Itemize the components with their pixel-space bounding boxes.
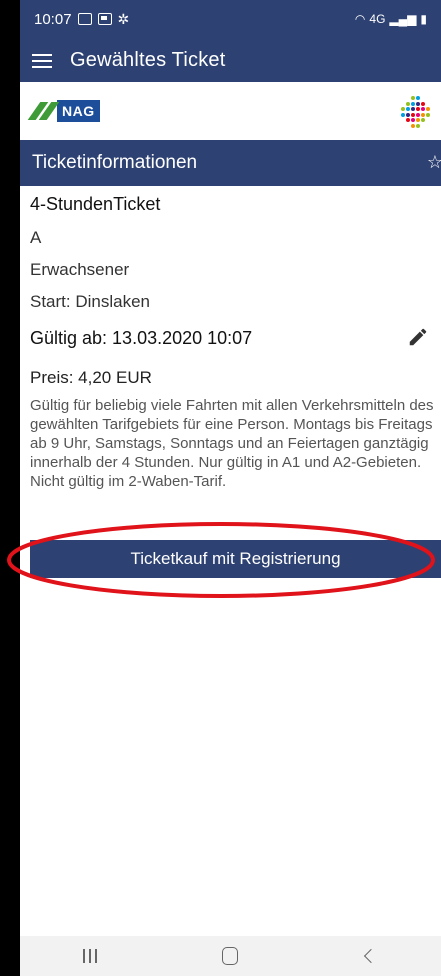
recent-apps-button[interactable]	[60, 936, 120, 976]
valid-from-row: Gültig ab: 13.03.2020 10:07	[30, 318, 441, 358]
logo-dot	[416, 96, 420, 100]
logo-dot	[416, 118, 420, 122]
phone-frame: 10:07 ✲ ◠ 4G ▂▄▆ ▮ Gewähltes Ticket NAG	[0, 0, 441, 976]
gallery-icon	[77, 13, 92, 25]
logo-dot	[416, 123, 420, 128]
logo-dot	[426, 107, 430, 111]
app-bar: Gewähltes Ticket	[20, 38, 441, 82]
wifi-icon: ◠	[354, 12, 366, 26]
status-bar: 10:07 ✲ ◠ 4G ▂▄▆ ▮	[20, 0, 441, 38]
home-icon	[222, 947, 239, 965]
logo-dot	[421, 112, 425, 117]
logo-dot	[406, 101, 410, 106]
logo-dot	[426, 102, 430, 106]
logo-dot	[411, 101, 415, 106]
ticket-name: 4-StundenTicket	[30, 194, 161, 214]
home-button[interactable]	[200, 936, 260, 976]
system-nav-bar	[20, 936, 441, 976]
ticket-details: 4-StundenTicket A Erwachsener Start: Din…	[20, 186, 441, 548]
back-button[interactable]	[341, 936, 401, 976]
logo-dot	[401, 118, 405, 122]
logo-dot	[401, 107, 405, 111]
logo-dot	[421, 124, 425, 128]
logo-dot	[426, 124, 430, 128]
logo-dot	[416, 101, 420, 106]
app-screen: 10:07 ✲ ◠ 4G ▂▄▆ ▮ Gewähltes Ticket NAG	[20, 0, 441, 976]
dot-matrix-logo	[401, 96, 431, 128]
operator-stripes-logo	[27, 102, 60, 120]
logo-dot	[406, 124, 410, 128]
logo-dot	[426, 96, 430, 100]
ticket-zone: A	[30, 228, 42, 247]
network-type: 4G	[369, 12, 386, 26]
logo-dot	[416, 112, 420, 117]
logo-dot	[401, 102, 405, 106]
status-time: 10:07	[34, 10, 72, 28]
logo-dot	[411, 112, 415, 117]
logo-dot	[406, 112, 410, 117]
section-header: Ticketinformationen ☆	[20, 140, 441, 186]
favorite-star-icon[interactable]: ☆	[427, 152, 441, 173]
buy-with-registration-button[interactable]: Ticketkauf mit Registrierung	[30, 540, 441, 578]
logo-dot	[401, 112, 405, 117]
edit-pencil-icon[interactable]	[407, 326, 429, 348]
signal-icon: ▂▄▆	[389, 12, 417, 26]
logo-dot	[406, 96, 410, 100]
ticket-start: Start: Dinslaken	[30, 292, 150, 311]
brand-bar: NAG	[20, 82, 441, 140]
logo-dot	[406, 118, 410, 122]
logo-dot	[426, 118, 430, 122]
logo-dot	[401, 124, 405, 128]
logo-dot	[421, 118, 425, 122]
logo-dot	[421, 96, 425, 100]
ticket-passenger: Erwachsener	[30, 260, 130, 279]
ticket-description: Gültig für beliebig viele Fahrten mit al…	[30, 397, 434, 490]
logo-dot	[421, 107, 425, 111]
logo-dot	[411, 96, 415, 100]
logo-dot	[416, 107, 420, 111]
logo-dot	[411, 123, 415, 128]
logo-dot	[401, 96, 405, 100]
back-chevron-icon	[363, 948, 378, 964]
logo-dot	[411, 107, 415, 111]
recent-apps-icon	[83, 949, 98, 963]
logo-dot	[411, 118, 415, 122]
ticket-price: Preis: 4,20 EUR	[30, 368, 152, 387]
section-title: Ticketinformationen	[32, 152, 198, 173]
operator-logo: NAG	[57, 100, 100, 122]
logo-dot	[406, 107, 410, 111]
app-bar-title: Gewähltes Ticket	[70, 48, 226, 71]
settings-gear-icon: ✲	[117, 10, 130, 27]
logo-dot	[421, 101, 425, 106]
calendar-icon	[97, 13, 112, 25]
battery-icon: ▮	[420, 12, 427, 26]
ticket-valid-from: Gültig ab: 13.03.2020 10:07	[30, 328, 253, 348]
menu-icon[interactable]	[32, 52, 54, 68]
logo-dot	[426, 112, 430, 117]
